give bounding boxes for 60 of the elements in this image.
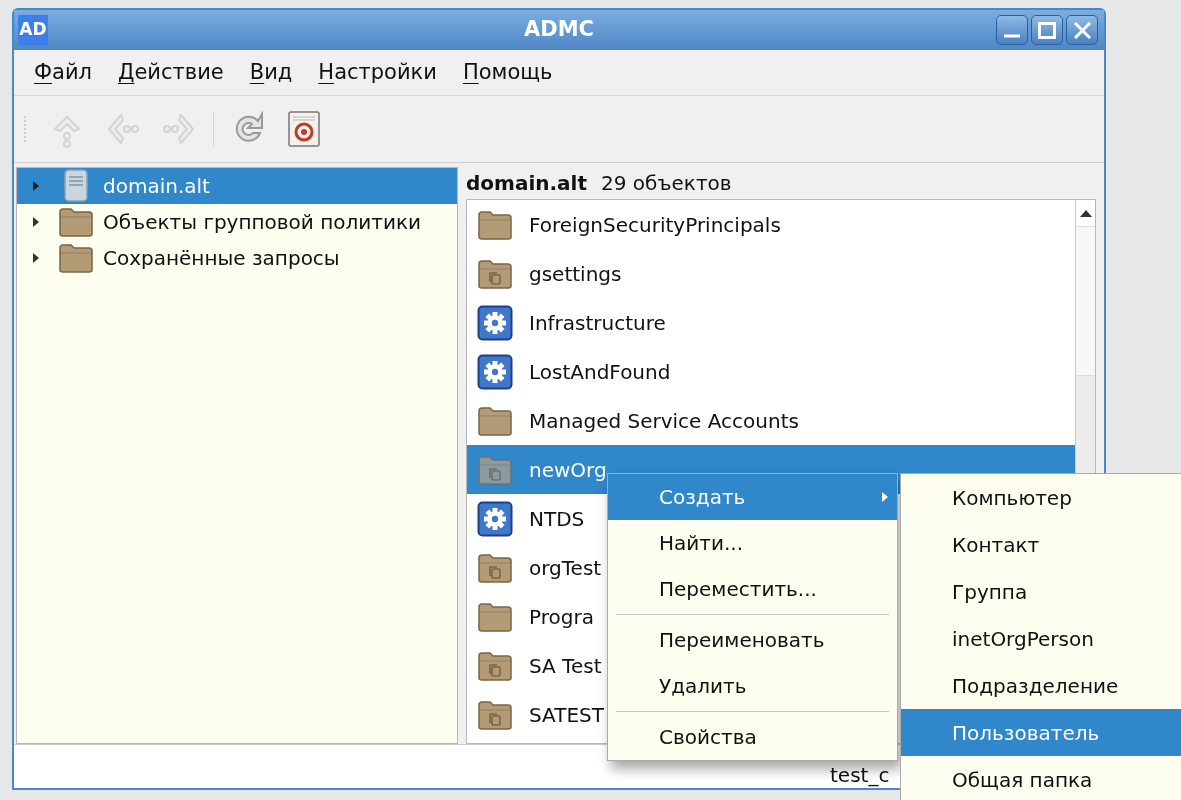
- window-title: ADMC: [524, 16, 594, 44]
- submenu-item[interactable]: Группа: [901, 568, 1181, 615]
- submenu-item[interactable]: Общая папка: [901, 756, 1181, 800]
- submenu-arrow-icon: [881, 491, 889, 503]
- list-row[interactable]: Progra: [467, 592, 600, 641]
- gear-icon: [477, 353, 513, 390]
- folder-icon: [477, 404, 513, 437]
- context-menu-item[interactable]: Переместить...: [608, 566, 897, 612]
- context-menu-item[interactable]: Удалить: [608, 663, 897, 709]
- tree-item[interactable]: domain.alt: [17, 168, 457, 204]
- context-menu-item[interactable]: Переименовать: [608, 617, 897, 663]
- context-menu-item[interactable]: Свойства: [608, 714, 897, 760]
- org-unit-folder-icon: [477, 257, 513, 290]
- list-row[interactable]: gsettings: [467, 249, 628, 298]
- list-row[interactable]: SA Test: [467, 641, 608, 690]
- expand-arrow-icon[interactable]: [31, 252, 41, 264]
- context-menu-item[interactable]: Создать: [608, 474, 897, 520]
- object-count: 29 объектов: [601, 170, 732, 197]
- tree-item[interactable]: Объекты групповой политики: [17, 204, 457, 240]
- folder-icon: [58, 206, 94, 238]
- submenu-item[interactable]: Контакт: [901, 521, 1181, 568]
- tree-item[interactable]: Сохранённые запросы: [17, 240, 457, 276]
- maximize-button[interactable]: [1031, 15, 1063, 45]
- content-title: domain.alt: [466, 170, 587, 197]
- list-row[interactable]: Managed Service Accounts: [467, 396, 805, 445]
- minimize-button[interactable]: [996, 15, 1028, 45]
- menu-item[interactable]: Помощь: [462, 62, 553, 83]
- list-row[interactable]: ForeignSecurityPrincipals: [467, 200, 787, 249]
- menu-item[interactable]: Вид: [249, 62, 293, 83]
- folder-icon: [477, 600, 513, 633]
- gear-icon: [477, 500, 513, 537]
- status-text: test_c: [830, 762, 890, 788]
- list-row[interactable]: LostAndFound: [467, 347, 677, 396]
- list-row[interactable]: NTDS: [467, 494, 591, 543]
- org-unit-folder-icon: [477, 551, 513, 584]
- gear-icon: [477, 304, 513, 341]
- maximize-icon: [1038, 21, 1056, 39]
- close-button[interactable]: [1066, 15, 1098, 45]
- scroll-up-icon[interactable]: [1079, 209, 1092, 217]
- folder-icon: [477, 208, 513, 241]
- server-icon: [62, 169, 90, 203]
- org-unit-folder-icon: [477, 453, 513, 486]
- context-menu-item[interactable]: Найти...: [608, 520, 897, 566]
- org-unit-folder-icon: [477, 649, 513, 682]
- toolbar-grip: [24, 116, 27, 142]
- list-row[interactable]: Infrastructure: [467, 298, 672, 347]
- submenu-item[interactable]: inetOrgPerson: [901, 615, 1181, 662]
- menu-item[interactable]: Файл: [34, 62, 93, 83]
- folder-icon: [58, 242, 94, 274]
- submenu-item[interactable]: Подразделение: [901, 662, 1181, 709]
- expand-arrow-icon[interactable]: [31, 216, 41, 228]
- menu-item[interactable]: Действие: [118, 62, 224, 83]
- org-unit-folder-icon: [477, 698, 513, 731]
- list-row[interactable]: orgTest: [467, 543, 608, 592]
- close-icon: [1073, 21, 1091, 39]
- submenu-item[interactable]: Пользователь: [901, 709, 1181, 756]
- list-row[interactable]: SATEST: [467, 690, 610, 739]
- menu-item[interactable]: Настройки: [318, 62, 437, 83]
- app-logo: AD: [18, 15, 48, 45]
- minimize-icon: [1004, 34, 1020, 38]
